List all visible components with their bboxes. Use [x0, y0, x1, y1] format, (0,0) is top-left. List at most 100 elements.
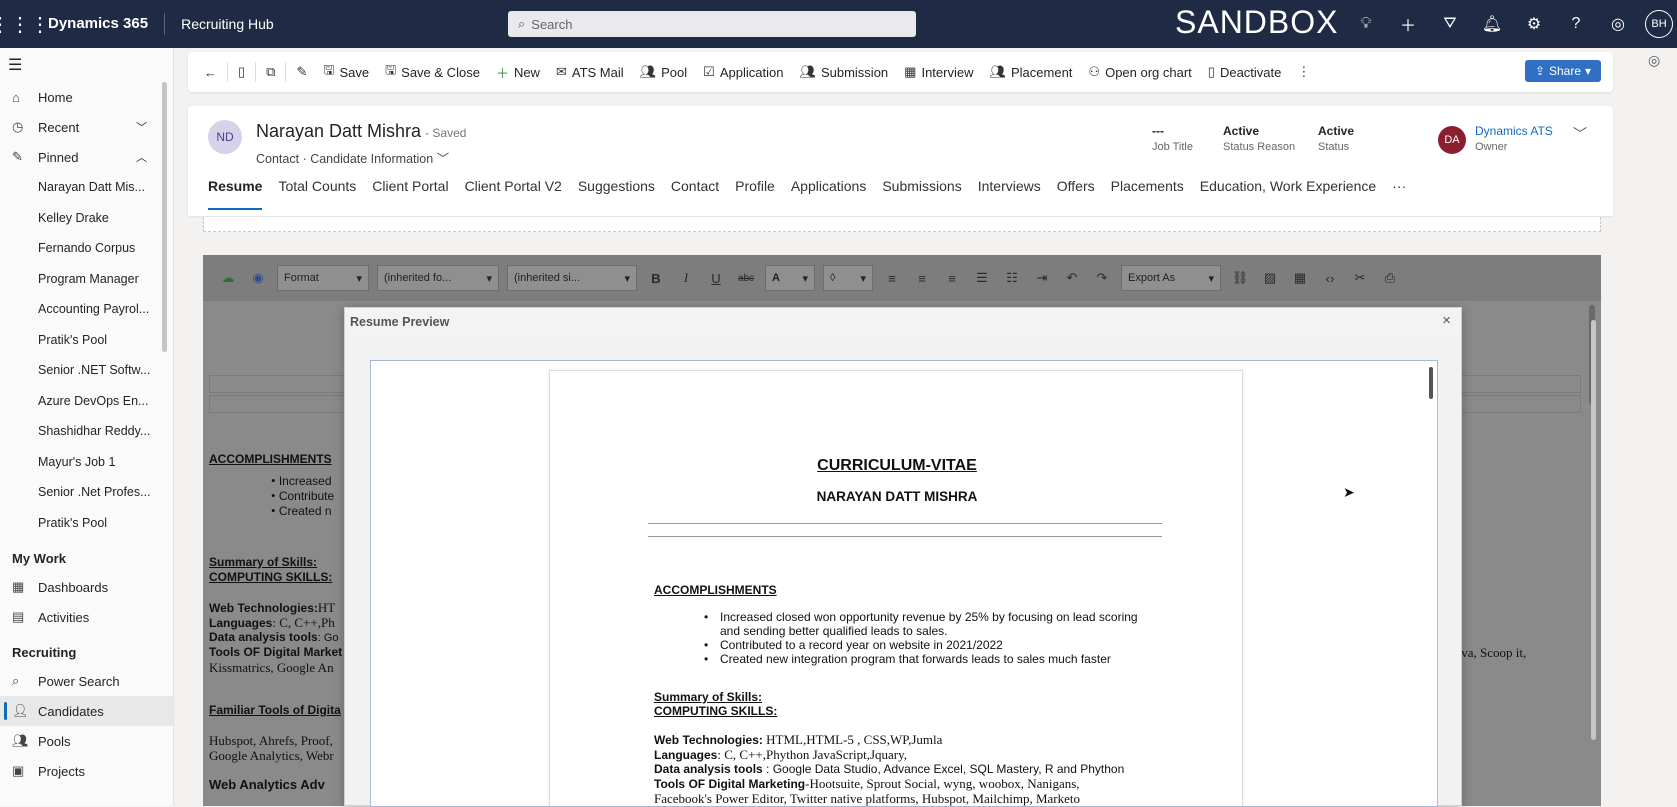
- sidebar-item-dashboards[interactable]: ▦ Dashboards: [0, 572, 173, 602]
- pinned-item[interactable]: Accounting Payrol...: [0, 294, 173, 325]
- more-commands-icon[interactable]: ⋮: [1289, 64, 1318, 80]
- indent-icon[interactable]: ⇥: [1031, 270, 1053, 286]
- tab-client-portal[interactable]: Client Portal: [364, 178, 456, 208]
- sidebar-item-candidates[interactable]: 👤︎ Candidates: [0, 696, 173, 726]
- sidebar-item-home[interactable]: ⌂ Home: [0, 82, 173, 112]
- cloud-upload-icon[interactable]: ☁: [217, 270, 239, 286]
- search-input[interactable]: ⌕ Search: [508, 11, 916, 37]
- tab-contact[interactable]: Contact: [663, 178, 727, 208]
- pinned-item[interactable]: Program Manager: [0, 264, 173, 295]
- copilot-pane-icon[interactable]: ◎: [1648, 52, 1660, 69]
- edit-button[interactable]: ✎: [288, 64, 315, 80]
- help-icon[interactable]: ?: [1555, 15, 1597, 33]
- viewer-scrollbar[interactable]: [1429, 367, 1433, 399]
- pinned-item[interactable]: Mayur's Job 1: [0, 447, 173, 478]
- print-icon[interactable]: ⎙: [1379, 270, 1401, 286]
- hamburger-icon[interactable]: ☰: [0, 48, 173, 82]
- image-icon[interactable]: ▨: [1259, 270, 1281, 286]
- numbered-list-icon[interactable]: ☷: [1001, 270, 1023, 286]
- pinned-item[interactable]: Narayan Datt Mis...: [0, 172, 173, 203]
- align-right-icon[interactable]: ≡: [941, 271, 963, 286]
- copilot-icon[interactable]: ◎: [1597, 14, 1639, 34]
- header-expand-icon[interactable]: ﹀: [1573, 124, 1587, 144]
- lightbulb-icon[interactable]: 💡︎: [1345, 15, 1387, 33]
- popout-button[interactable]: ⧉: [258, 64, 283, 80]
- tab-placements[interactable]: Placements: [1103, 178, 1192, 208]
- sidebar-item-projects[interactable]: ▣ Projects: [0, 756, 173, 786]
- highlight-color-select[interactable]: ◊ ▾: [823, 265, 873, 291]
- pinned-item[interactable]: Shashidhar Reddy...: [0, 416, 173, 447]
- pinned-item[interactable]: Pratik's Pool: [0, 325, 173, 356]
- submission-button[interactable]: 👥︎ Submission: [791, 64, 896, 80]
- underline-icon[interactable]: U: [705, 271, 727, 286]
- align-center-icon[interactable]: ≡: [911, 271, 933, 286]
- link-icon[interactable]: ⛓: [1229, 270, 1251, 286]
- brand-title[interactable]: Dynamics 365: [40, 13, 166, 35]
- interview-button[interactable]: ▦ Interview: [896, 64, 981, 80]
- open-org-chart-button[interactable]: ⚇ Open org chart: [1080, 64, 1199, 80]
- plus-icon[interactable]: ＋: [1387, 12, 1429, 36]
- back-button[interactable]: ←: [196, 65, 225, 80]
- pinned-item[interactable]: Senior .Net Profes...: [0, 477, 173, 508]
- form-view-button[interactable]: ▯: [230, 64, 253, 80]
- format-select[interactable]: Format ▾: [277, 265, 369, 291]
- pinned-item[interactable]: Fernando Corpus: [0, 233, 173, 264]
- clear-format-icon[interactable]: ✂: [1349, 270, 1371, 286]
- pinned-item[interactable]: Kelley Drake: [0, 203, 173, 234]
- italic-icon[interactable]: I: [675, 270, 697, 286]
- sidebar-item-pinned[interactable]: ✎ Pinned ︿: [0, 142, 173, 172]
- bell-icon[interactable]: 🔔︎: [1471, 14, 1513, 34]
- pool-button[interactable]: 👥︎ Pool: [632, 64, 696, 80]
- tab-interviews[interactable]: Interviews: [970, 178, 1049, 208]
- bold-icon[interactable]: B: [645, 271, 667, 286]
- pinned-item[interactable]: Pratik's Pool: [0, 508, 173, 539]
- ats-mail-button[interactable]: ✉ ATS Mail: [548, 64, 632, 80]
- export-as-select[interactable]: Export As ▾: [1121, 265, 1221, 291]
- app-name[interactable]: Recruiting Hub: [165, 16, 274, 32]
- tab-more[interactable]: ···: [1384, 178, 1414, 208]
- pinned-item[interactable]: Senior .NET Softw...: [0, 355, 173, 386]
- table-icon[interactable]: ▦: [1289, 270, 1311, 286]
- owner-link[interactable]: Dynamics ATS: [1475, 124, 1553, 138]
- font-color-select[interactable]: A ▾: [765, 265, 815, 291]
- user-avatar[interactable]: BH: [1645, 10, 1673, 38]
- tab-submissions[interactable]: Submissions: [874, 178, 969, 208]
- code-icon[interactable]: ‹›: [1319, 271, 1341, 286]
- sidebar-item-power-search[interactable]: ⌕ Power Search: [0, 666, 173, 696]
- tab-education-work-experience[interactable]: Education, Work Experience: [1192, 178, 1384, 208]
- sidebar-item-pools[interactable]: 👥︎ Pools: [0, 726, 173, 756]
- chevron-up-icon[interactable]: ︿: [136, 149, 147, 165]
- form-selector[interactable]: Candidate Information: [310, 152, 433, 166]
- eye-icon[interactable]: ◉: [247, 270, 269, 286]
- save-close-button[interactable]: 🖫︎ Save & Close: [377, 61, 488, 83]
- close-icon[interactable]: ×: [1442, 312, 1451, 329]
- form-scrollbar[interactable]: [1591, 320, 1596, 740]
- sidebar-item-activities[interactable]: ▤ Activities: [0, 602, 173, 632]
- gear-icon[interactable]: ⚙: [1513, 14, 1555, 34]
- filter-icon[interactable]: ⛛: [1429, 15, 1471, 33]
- pinned-item[interactable]: Azure DevOps En...: [0, 386, 173, 417]
- align-left-icon[interactable]: ≡: [881, 271, 903, 286]
- chevron-down-icon[interactable]: ﹀: [136, 119, 147, 135]
- document-viewer[interactable]: CURRICULUM-VITAE NARAYAN DATT MISHRA ACC…: [370, 360, 1438, 807]
- new-button[interactable]: ＋ New: [488, 63, 548, 82]
- tab-client-portal-v2[interactable]: Client Portal V2: [457, 178, 570, 208]
- font-size-select[interactable]: (inherited si... ▾: [507, 265, 637, 291]
- placement-button[interactable]: 👥︎ Placement: [981, 64, 1080, 80]
- tab-profile[interactable]: Profile: [727, 178, 783, 208]
- save-button[interactable]: 🖫︎ Save: [315, 61, 377, 83]
- tab-applications[interactable]: Applications: [783, 178, 875, 208]
- tab-total-counts[interactable]: Total Counts: [270, 178, 364, 208]
- redo-icon[interactable]: ↷: [1091, 270, 1113, 286]
- deactivate-button[interactable]: ▯ Deactivate: [1200, 64, 1290, 80]
- strikethrough-icon[interactable]: abc: [735, 273, 757, 284]
- app-launcher-icon[interactable]: ⋮⋮⋮: [0, 0, 50, 48]
- undo-icon[interactable]: ↶: [1061, 270, 1083, 286]
- tab-suggestions[interactable]: Suggestions: [570, 178, 663, 208]
- tab-offers[interactable]: Offers: [1049, 178, 1103, 208]
- chevron-down-icon[interactable]: ﹀: [433, 152, 450, 166]
- application-button[interactable]: ☑ Application: [695, 64, 791, 80]
- bullet-list-icon[interactable]: ☰: [971, 270, 993, 286]
- font-family-select[interactable]: (inherited fo... ▾: [377, 265, 499, 291]
- tab-resume[interactable]: Resume: [208, 178, 270, 210]
